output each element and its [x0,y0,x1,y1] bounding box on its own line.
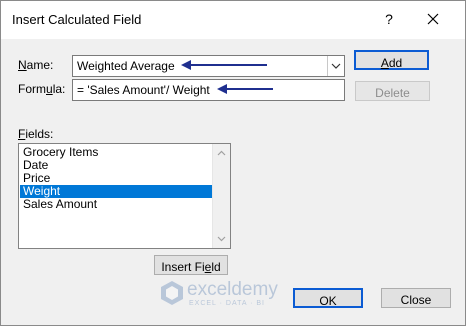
scroll-up-icon[interactable] [217,149,226,158]
watermark-subtext: EXCEL · DATA · BI [189,300,265,307]
watermark-text: exceldemy [187,279,278,300]
ok-button[interactable]: OK [293,288,363,308]
fields-list[interactable]: Grocery Items Date Price Weight Sales Am… [18,143,231,249]
insert-calculated-field-dialog: Insert Calculated Field ? Name: Weighted… [0,0,466,326]
help-icon[interactable]: ? [377,7,401,31]
annotation-arrow-formula [217,84,273,94]
insert-field-button[interactable]: Insert Field [154,255,228,275]
formula-value: = 'Sales Amount'/ Weight [77,83,210,97]
list-item[interactable]: Grocery Items [20,146,215,159]
fields-label: Fields: [18,127,54,141]
exceldemy-logo-icon [161,281,183,305]
name-label: Name: [18,58,54,72]
formula-label: Formula: [18,82,66,96]
dialog-title: Insert Calculated Field [12,12,142,27]
delete-button[interactable]: Delete [355,81,430,101]
annotation-arrow-name [181,60,267,70]
add-button[interactable]: Add [354,50,429,70]
chevron-down-icon[interactable] [327,56,344,76]
vertical-scrollbar[interactable] [212,144,230,248]
name-value: Weighted Average [77,59,175,73]
close-icon[interactable] [421,7,445,31]
exceldemy-watermark: exceldemy EXCEL · DATA · BI [161,277,311,311]
formula-input[interactable]: = 'Sales Amount'/ Weight [72,79,345,101]
list-item[interactable]: Sales Amount [20,198,215,211]
title-bar: Insert Calculated Field ? [1,1,465,39]
close-button[interactable]: Close [381,288,451,308]
scroll-down-icon[interactable] [217,234,226,243]
